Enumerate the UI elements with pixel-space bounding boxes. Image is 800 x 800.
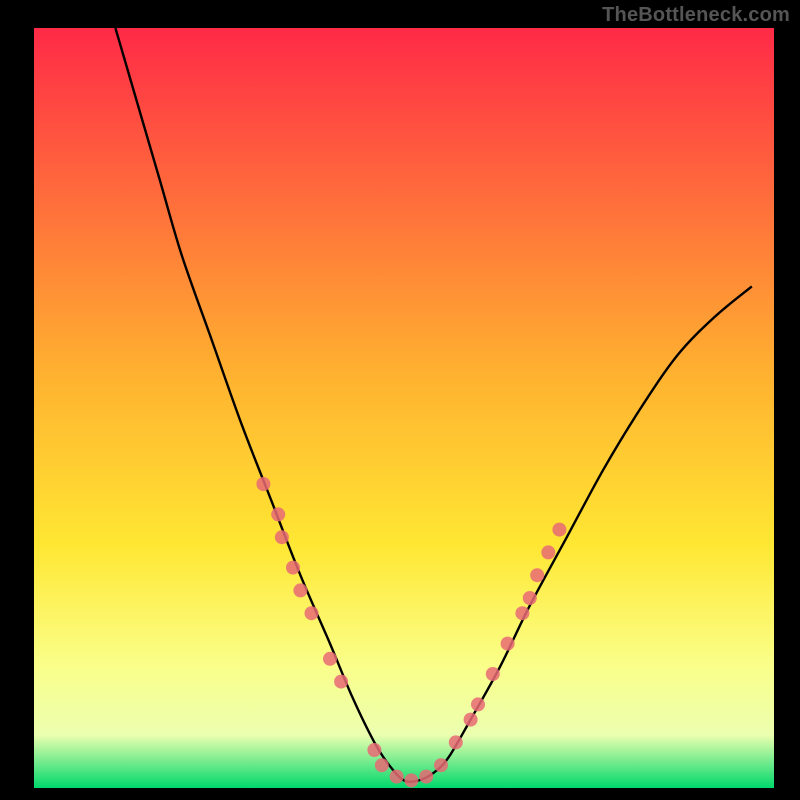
highlight-point bbox=[367, 743, 381, 757]
bottleneck-chart bbox=[34, 28, 774, 788]
chart-stage: TheBottleneck.com bbox=[0, 0, 800, 800]
highlight-point bbox=[471, 697, 485, 711]
highlight-point bbox=[334, 675, 348, 689]
highlight-point bbox=[541, 545, 555, 559]
gradient-background bbox=[34, 28, 774, 788]
highlight-point bbox=[486, 667, 500, 681]
highlight-point bbox=[293, 583, 307, 597]
highlight-point bbox=[404, 773, 418, 787]
highlight-point bbox=[375, 758, 389, 772]
highlight-point bbox=[275, 530, 289, 544]
highlight-point bbox=[515, 606, 529, 620]
highlight-point bbox=[449, 735, 463, 749]
highlight-point bbox=[434, 758, 448, 772]
highlight-point bbox=[552, 523, 566, 537]
highlight-point bbox=[501, 637, 515, 651]
highlight-point bbox=[256, 477, 270, 491]
highlight-point bbox=[323, 652, 337, 666]
highlight-point bbox=[390, 770, 404, 784]
highlight-point bbox=[419, 770, 433, 784]
highlight-point bbox=[305, 606, 319, 620]
highlight-point bbox=[530, 568, 544, 582]
highlight-point bbox=[464, 713, 478, 727]
highlight-point bbox=[523, 591, 537, 605]
plot-frame bbox=[34, 28, 774, 788]
highlight-point bbox=[286, 561, 300, 575]
highlight-point bbox=[271, 507, 285, 521]
watermark-text: TheBottleneck.com bbox=[602, 4, 790, 27]
